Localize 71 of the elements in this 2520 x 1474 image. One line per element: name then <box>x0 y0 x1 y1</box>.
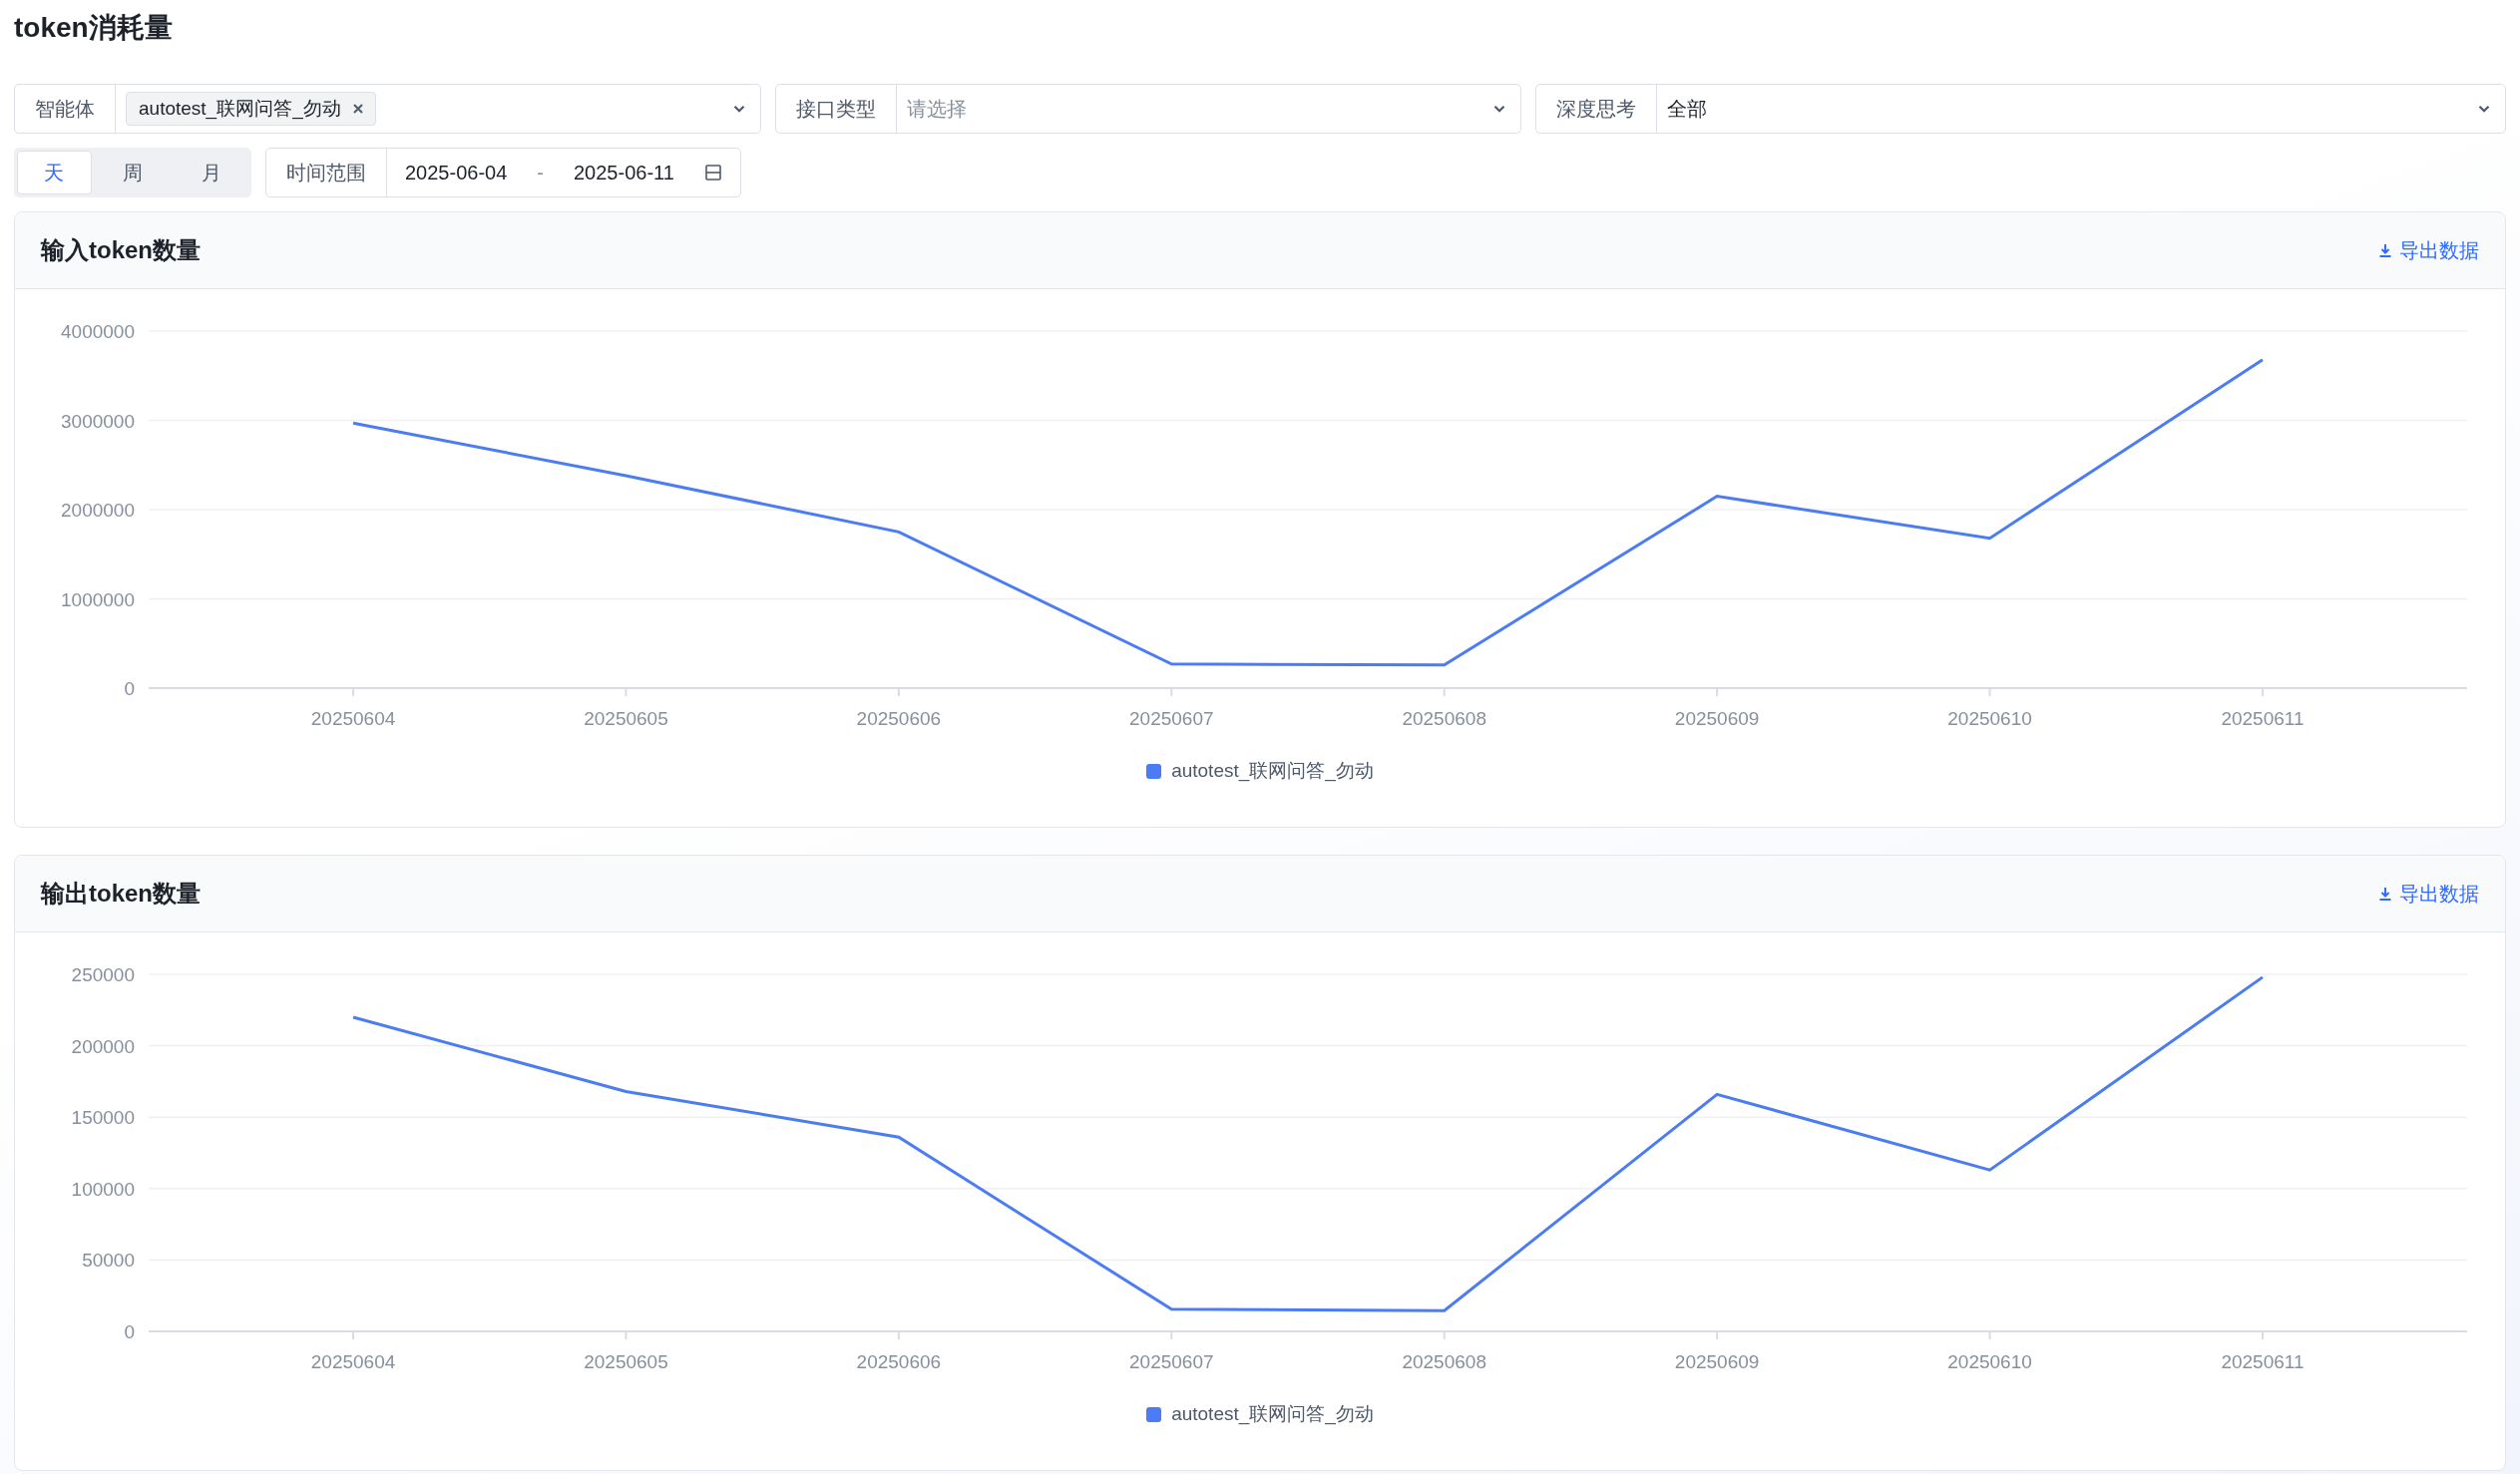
legend-label: autotest_联网问答_勿动 <box>1171 759 1374 784</box>
filter-label: 深度思考 <box>1536 85 1658 133</box>
x-axis-label: 20250604 <box>310 708 396 729</box>
x-axis-label: 20250611 <box>2221 708 2305 729</box>
x-axis-tick <box>625 687 628 697</box>
export-link[interactable]: 导出数据 <box>2377 880 2479 908</box>
select-field[interactable]: 接口类型 请选择 <box>774 84 1522 134</box>
x-axis-label: 20250607 <box>1129 1351 1214 1372</box>
x-axis-label: 20250609 <box>1674 708 1760 729</box>
x-axis-label: 20250611 <box>2221 1351 2305 1372</box>
select-field[interactable]: 智能体 autotest_联网问答_勿动 <box>14 84 761 134</box>
period-tab[interactable]: 月 <box>174 151 248 194</box>
page-title: token消耗量 <box>14 11 174 45</box>
period-tab[interactable]: 天 <box>17 151 92 194</box>
x-axis-tick <box>1443 1330 1446 1340</box>
select-placeholder: 请选择 <box>906 96 967 122</box>
selected-tag: autotest_联网问答_勿动 <box>126 92 376 126</box>
calendar-icon <box>703 164 722 182</box>
y-axis-label: 0 <box>124 1321 135 1342</box>
y-axis-label: 50000 <box>82 1250 135 1272</box>
x-axis-tick <box>1170 687 1173 697</box>
start-date: 2025-06-04 <box>405 161 508 184</box>
y-axis-label: 200000 <box>71 1035 135 1057</box>
date-range-field[interactable]: 时间范围 2025-06-04 - 2025-06-11 <box>265 148 741 197</box>
x-axis-tick <box>625 1330 628 1340</box>
x-axis-tick <box>1716 1330 1719 1340</box>
card-title: 输出token数量 <box>41 879 201 909</box>
x-axis-label: 20250606 <box>856 708 942 729</box>
x-axis-tick <box>1443 687 1446 697</box>
download-icon <box>2377 242 2393 258</box>
x-axis-label: 20250606 <box>856 1351 942 1372</box>
end-date: 2025-06-11 <box>574 161 674 184</box>
x-axis-tick <box>352 687 355 697</box>
close-icon[interactable] <box>352 104 363 114</box>
x-axis-label: 20250610 <box>1947 708 2032 729</box>
filter-label: 接口类型 <box>775 85 897 133</box>
x-axis-tick <box>1988 1330 1991 1340</box>
x-axis-label: 20250605 <box>584 1351 668 1372</box>
y-axis-label: 4000000 <box>61 321 135 342</box>
y-axis-label: 0 <box>124 678 135 699</box>
filter-label: 时间范围 <box>266 149 387 196</box>
x-axis-tick <box>2261 1330 2264 1340</box>
x-axis-label: 20250608 <box>1402 1351 1486 1372</box>
x-axis-tick <box>1988 687 1991 697</box>
period-tab[interactable]: 周 <box>95 151 171 194</box>
x-axis-label: 20250607 <box>1129 708 1214 729</box>
x-axis-label: 20250608 <box>1402 708 1486 729</box>
y-axis-label: 3000000 <box>61 410 135 432</box>
y-axis-label: 250000 <box>71 964 135 985</box>
select-value: 全部 <box>1667 96 1708 122</box>
filter-label: 智能体 <box>15 85 116 133</box>
x-axis-label: 20250610 <box>1947 1351 2032 1372</box>
download-icon <box>2377 886 2393 902</box>
x-axis-label: 20250604 <box>310 1351 396 1372</box>
y-axis-label: 100000 <box>71 1178 135 1200</box>
y-axis-label: 1000000 <box>61 588 135 610</box>
range-separator: - <box>537 161 544 184</box>
select-field[interactable]: 深度思考 全部 <box>1535 84 2506 134</box>
y-axis-label: 2000000 <box>61 500 135 521</box>
card-title: 输入token数量 <box>41 235 201 265</box>
export-link[interactable]: 导出数据 <box>2377 236 2479 264</box>
legend-label: autotest_联网问答_勿动 <box>1171 1402 1374 1427</box>
x-axis-tick <box>897 687 900 697</box>
x-axis-label: 20250609 <box>1674 1351 1760 1372</box>
x-axis-label: 20250605 <box>584 708 668 729</box>
x-axis-tick <box>2261 687 2264 697</box>
x-axis-tick <box>897 1330 900 1340</box>
y-axis-label: 150000 <box>71 1107 135 1129</box>
x-axis-tick <box>352 1330 355 1340</box>
x-axis-tick <box>1716 687 1719 697</box>
x-axis-tick <box>1170 1330 1173 1340</box>
